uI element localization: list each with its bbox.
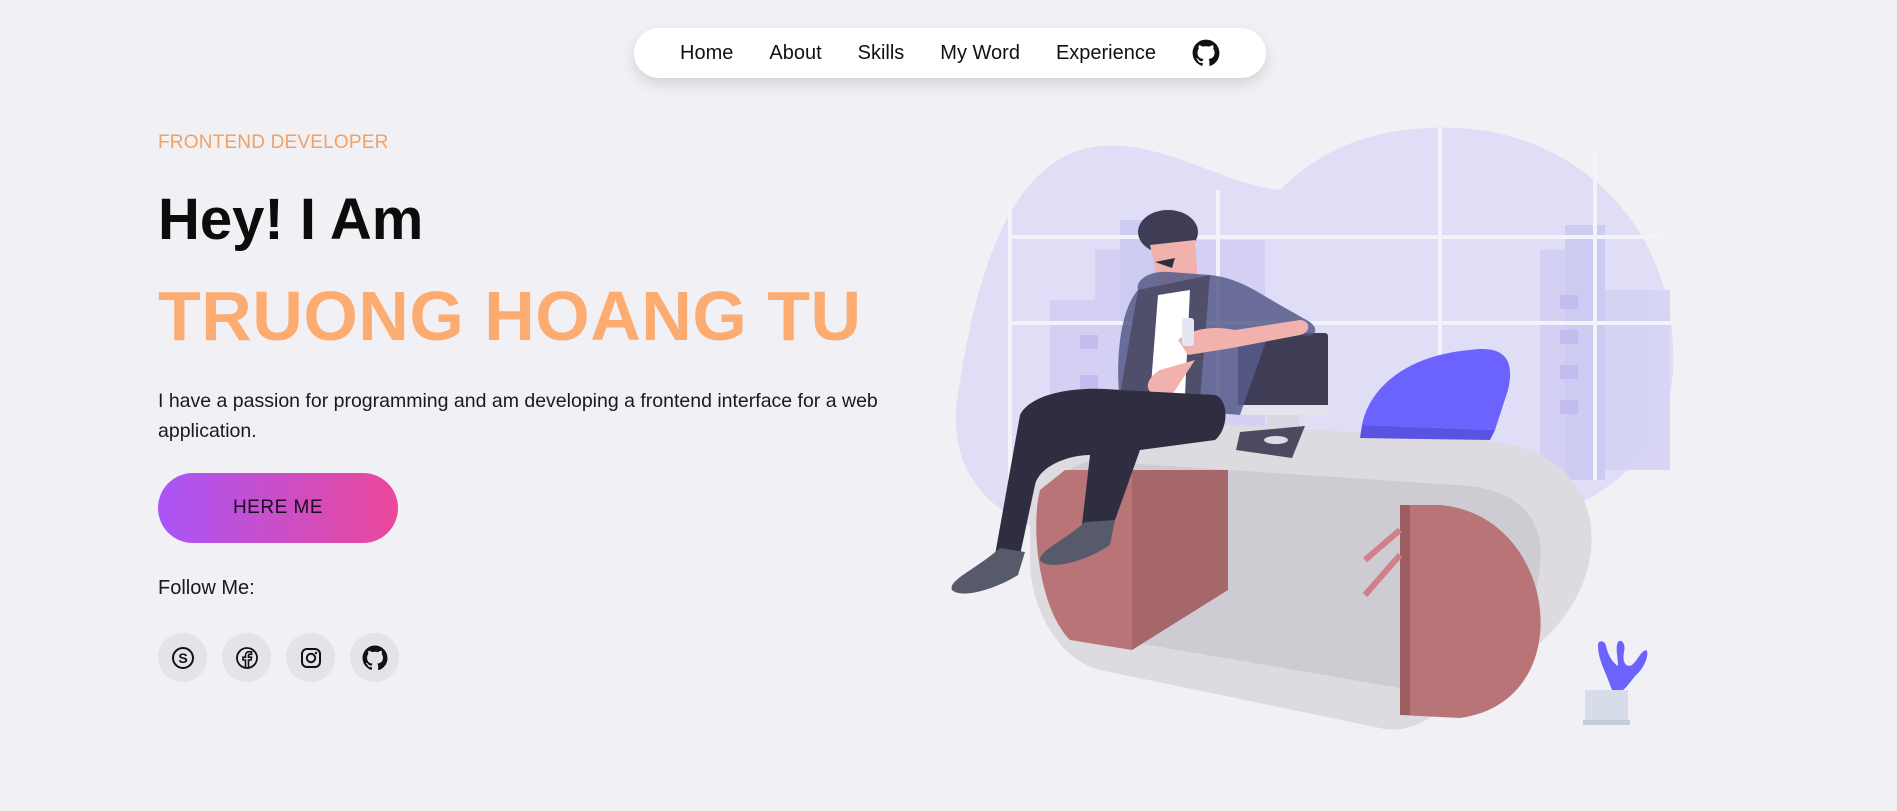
github-icon[interactable] xyxy=(1192,39,1220,67)
here-me-button[interactable]: HERE ME xyxy=(158,473,398,543)
skype-icon[interactable]: S xyxy=(158,633,207,682)
greeting-heading: Hey! I Am xyxy=(158,187,424,252)
nav-about[interactable]: About xyxy=(769,42,821,65)
name-heading: TRUONG HOANG TU xyxy=(158,277,862,355)
nav-skills[interactable]: Skills xyxy=(858,42,905,65)
description-text: I have a passion for programming and am … xyxy=(158,390,878,442)
github-social-icon[interactable] xyxy=(350,633,399,682)
nav-my-word[interactable]: My Word xyxy=(940,42,1020,65)
facebook-icon[interactable] xyxy=(222,633,271,682)
developer-illustration xyxy=(951,127,1674,730)
cactus-plant xyxy=(1583,640,1648,725)
svg-text:S: S xyxy=(178,650,187,666)
follow-label: Follow Me: xyxy=(158,577,255,599)
instagram-icon[interactable] xyxy=(286,633,335,682)
top-nav: Home About Skills My Word Experience xyxy=(634,28,1266,78)
nav-experience[interactable]: Experience xyxy=(1056,42,1156,65)
nav-home[interactable]: Home xyxy=(680,42,733,65)
social-links: S xyxy=(158,633,399,682)
role-label: FRONTEND DEVELOPER xyxy=(158,132,389,153)
